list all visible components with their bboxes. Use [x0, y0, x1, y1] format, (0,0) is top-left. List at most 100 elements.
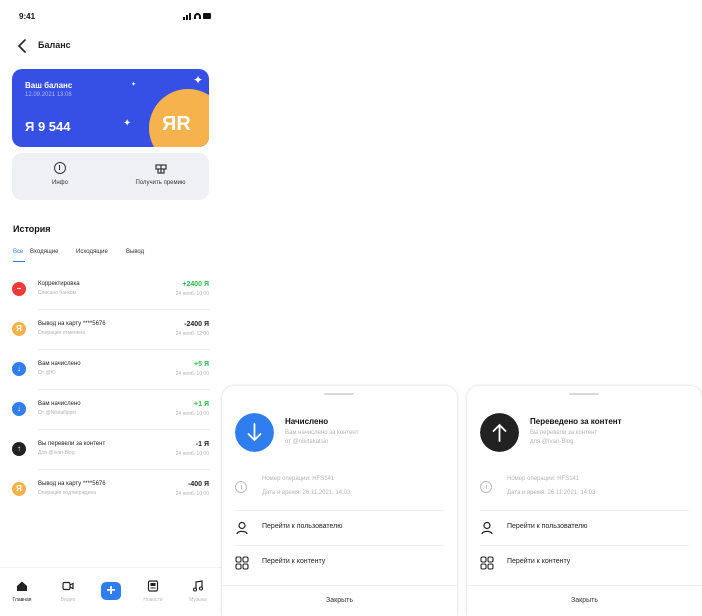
transaction-subtitle: От @Nikitaflippin	[38, 410, 77, 416]
operation-number: Номер операции: HFS141	[507, 476, 580, 482]
balance-date: 12.09.2021 13:08	[25, 92, 72, 98]
info-icon	[54, 162, 66, 174]
go-to-content-label: Перейти к контенту	[507, 558, 571, 565]
arrow-down-icon	[235, 413, 274, 452]
plus-icon: +	[106, 582, 116, 599]
tab-withdrawal[interactable]: Вывод	[126, 249, 144, 255]
transaction-subtitle: Для @Ivan-Blog	[38, 450, 75, 456]
operation-number: Номер операции: HFS141	[262, 476, 335, 482]
bottom-tab-bar: Главная Видео + Новости Музыка	[0, 567, 222, 616]
transferred-sheet: Переведено за контент Вы перевели за кон…	[467, 386, 702, 616]
tabbar-label: Новости	[143, 597, 163, 603]
info-button[interactable]: Инфо	[12, 153, 108, 200]
transaction-title: Вы перевели за контент	[38, 441, 106, 447]
tabbar-home[interactable]: Главная	[0, 568, 44, 616]
history-title: История	[13, 224, 51, 234]
transaction-amount: -1 Я	[195, 441, 209, 448]
tabbar-video[interactable]: Видео	[46, 568, 90, 616]
coin-icon: Я	[12, 482, 26, 496]
transaction-row[interactable]: − Корректировка Списано банком +2400 Я 2…	[0, 270, 222, 310]
transaction-date: 24 нояб. 10:00	[175, 411, 209, 417]
transaction-date: 24 нояб. 12:00	[175, 331, 209, 337]
sparkle-icon: ✦	[193, 73, 204, 87]
tab-incoming[interactable]: Входящие	[30, 249, 58, 255]
sparkle-icon: ✦	[123, 118, 132, 129]
go-to-content-label: Перейти к контенту	[262, 558, 326, 565]
tab-outgoing[interactable]: Исходящие	[76, 249, 108, 255]
grid-icon	[480, 556, 494, 570]
transaction-row[interactable]: ↓ Вам начислено От @Ю +5 Я 24 нояб. 10:0…	[0, 350, 222, 390]
transaction-amount: +1 Я	[194, 401, 209, 408]
info-icon	[235, 481, 247, 493]
operation-date: Дата и время: 26.11.2021, 14:03	[262, 490, 351, 496]
home-icon	[17, 581, 27, 591]
coin-mark: ЯR	[162, 113, 191, 135]
tabbar-label: Музыка	[189, 597, 207, 603]
transaction-subtitle: Списано банком	[38, 290, 77, 296]
tabbar-news[interactable]: Новости	[131, 568, 175, 616]
transaction-row[interactable]: Я Вывод на карту ****5676 Операция подтв…	[0, 470, 222, 510]
minus-circle-icon: −	[12, 282, 26, 296]
go-to-user-label: Перейти к пользователю	[262, 523, 343, 530]
transaction-title: Вывод на карту ****5676	[38, 321, 106, 327]
balance-amount: Я 9 544	[25, 119, 71, 134]
get-reward-label: Получить премию	[135, 180, 186, 186]
balance-screen: 9:41 Баланс Ваш баланс 12.09.2021 13:08 …	[0, 0, 222, 616]
sparkle-icon: ✦	[131, 82, 137, 88]
transaction-row[interactable]: ↓ Вам начислено От @Nikitaflippin +1 Я 2…	[0, 390, 222, 430]
user-icon	[236, 521, 248, 535]
transaction-row[interactable]: ↑ Вы перевели за контент Для @Ivan-Blog …	[0, 430, 222, 470]
balance-label: Ваш баланс	[25, 81, 73, 90]
tabbar-label: Главная	[12, 597, 32, 603]
coin-icon: Я	[12, 322, 26, 336]
video-icon	[62, 581, 74, 591]
transaction-title: Вывод на карту ****5676	[38, 481, 106, 487]
status-icons	[183, 12, 211, 20]
go-to-user-button[interactable]: Перейти к пользователю	[222, 511, 457, 545]
user-icon	[481, 521, 493, 535]
wifi-icon	[194, 13, 201, 19]
sheet-description: Вам начислено за контент	[285, 430, 359, 436]
tab-all[interactable]: Все	[13, 249, 23, 255]
tabbar-music[interactable]: Музыка	[176, 568, 220, 616]
grid-icon	[235, 556, 249, 570]
sheet-title: Начислено	[285, 417, 329, 426]
transaction-amount: -2400 Я	[184, 321, 209, 328]
news-icon	[147, 580, 159, 592]
transaction-row[interactable]: Я Вывод на карту ****5676 Операция отмен…	[0, 310, 222, 350]
transaction-amount: -400 Я	[188, 481, 209, 488]
transaction-title: Корректировка	[38, 281, 80, 287]
chevron-left-icon[interactable]	[16, 38, 30, 54]
go-to-content-button[interactable]: Перейти к контенту	[222, 546, 457, 580]
get-reward-button[interactable]: Получить премию	[112, 153, 209, 200]
transaction-title: Вам начислено	[38, 361, 81, 367]
balance-card: Ваш баланс 12.09.2021 13:08 Я 9 544 ✦ ✦ …	[12, 69, 209, 147]
history-tabs: Все Входящие Исходящие Вывод	[13, 249, 213, 263]
battery-icon	[203, 13, 211, 19]
close-button[interactable]: Закрыть	[222, 585, 457, 616]
sheet-description-sender: от @nikitakatsin	[285, 439, 329, 445]
transaction-amount: +2400 Я	[182, 281, 209, 288]
info-icon	[480, 481, 492, 493]
credited-sheet: Начислено Вам начислено за контент от @n…	[222, 386, 457, 616]
active-tab-indicator	[13, 261, 25, 262]
header: Баланс	[0, 34, 222, 58]
transaction-date: 24 нояб. 10:00	[175, 291, 209, 297]
sheet-description-recipient: для @Ivan-Blog	[530, 439, 574, 445]
status-time: 9:41	[19, 12, 36, 21]
arrow-down-icon: ↓	[12, 402, 26, 416]
sheet-grabber[interactable]	[569, 393, 599, 395]
arrow-up-icon	[480, 413, 519, 452]
tabbar-label: Видео	[60, 597, 76, 603]
sheet-grabber[interactable]	[324, 393, 354, 395]
transaction-title: Вам начислено	[38, 401, 81, 407]
operation-date: Дата и время: 26.11.2021, 14:03	[507, 490, 596, 496]
add-content-button[interactable]: +	[101, 582, 121, 600]
go-to-content-button[interactable]: Перейти к контенту	[467, 546, 702, 580]
close-button[interactable]: Закрыть	[467, 585, 702, 616]
sheet-title: Переведено за контент	[530, 417, 622, 426]
transaction-subtitle: Операция отменена	[38, 330, 85, 336]
transaction-date: 24 нояб. 10:00	[175, 371, 209, 377]
go-to-user-button[interactable]: Перейти к пользователю	[467, 511, 702, 545]
signal-bar	[186, 15, 188, 20]
